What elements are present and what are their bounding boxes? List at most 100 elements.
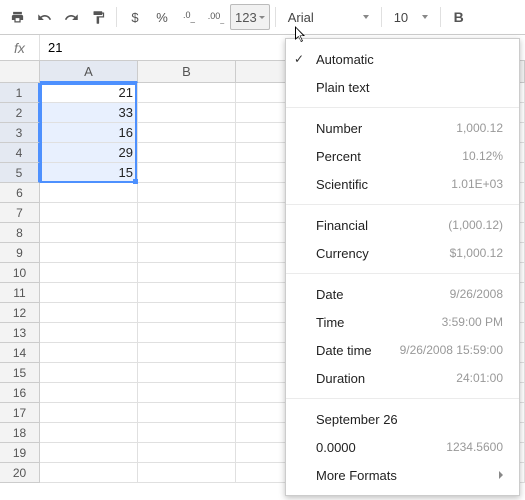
cell[interactable]: [138, 223, 236, 243]
menu-item-custom-decimal[interactable]: 0.0000 1234.5600: [286, 433, 519, 461]
menu-example: 1.01E+03: [451, 177, 503, 191]
cell[interactable]: [138, 363, 236, 383]
cell[interactable]: [40, 263, 138, 283]
cell[interactable]: [138, 103, 236, 123]
bold-button[interactable]: B: [446, 4, 472, 30]
menu-item-date[interactable]: Date 9/26/2008: [286, 280, 519, 308]
row-header[interactable]: 15: [0, 363, 40, 383]
cell[interactable]: [138, 163, 236, 183]
row-header[interactable]: 13: [0, 323, 40, 343]
menu-item-datetime[interactable]: Date time 9/26/2008 15:59:00: [286, 336, 519, 364]
menu-label: Financial: [316, 218, 368, 233]
cell[interactable]: [40, 383, 138, 403]
more-formats-button[interactable]: 123: [230, 4, 270, 30]
row-header[interactable]: 8: [0, 223, 40, 243]
row-header[interactable]: 1: [0, 83, 40, 103]
cell[interactable]: [138, 243, 236, 263]
cell[interactable]: 15: [40, 163, 138, 183]
menu-item-number[interactable]: Number 1,000.12: [286, 114, 519, 142]
cell[interactable]: [138, 443, 236, 463]
currency-button[interactable]: $: [122, 4, 148, 30]
row-header[interactable]: 4: [0, 143, 40, 163]
cell[interactable]: [138, 463, 236, 483]
cell[interactable]: [138, 403, 236, 423]
increase-decimal-button[interactable]: .00_: [203, 4, 229, 30]
cell[interactable]: [40, 463, 138, 483]
menu-item-time[interactable]: Time 3:59:00 PM: [286, 308, 519, 336]
row-header[interactable]: 10: [0, 263, 40, 283]
row-header[interactable]: 20: [0, 463, 40, 483]
row-header[interactable]: 18: [0, 423, 40, 443]
cell[interactable]: [40, 183, 138, 203]
cell[interactable]: [138, 263, 236, 283]
menu-item-currency[interactable]: Currency $1,000.12: [286, 239, 519, 267]
menu-item-custom-date[interactable]: September 26: [286, 405, 519, 433]
font-size-select[interactable]: 10: [387, 4, 435, 30]
percent-button[interactable]: %: [149, 4, 175, 30]
row-header[interactable]: 9: [0, 243, 40, 263]
row-header[interactable]: 14: [0, 343, 40, 363]
print-button[interactable]: [4, 4, 30, 30]
cell[interactable]: [40, 363, 138, 383]
menu-example: 9/26/2008 15:59:00: [400, 343, 503, 357]
cell[interactable]: [138, 323, 236, 343]
menu-item-automatic[interactable]: ✓ Automatic: [286, 45, 519, 73]
cell[interactable]: [40, 343, 138, 363]
select-all-corner[interactable]: [0, 61, 40, 83]
column-header-a[interactable]: A: [40, 61, 138, 83]
menu-label: Currency: [316, 246, 369, 261]
cell[interactable]: [40, 203, 138, 223]
cell[interactable]: 33: [40, 103, 138, 123]
menu-item-financial[interactable]: Financial (1,000.12): [286, 211, 519, 239]
cell[interactable]: [40, 423, 138, 443]
row-header[interactable]: 6: [0, 183, 40, 203]
separator: [440, 7, 441, 27]
menu-label: Number: [316, 121, 362, 136]
cell[interactable]: [138, 283, 236, 303]
font-select[interactable]: Arial: [281, 4, 376, 30]
row-header[interactable]: 19: [0, 443, 40, 463]
row-header[interactable]: 3: [0, 123, 40, 143]
cell[interactable]: [138, 83, 236, 103]
menu-item-percent[interactable]: Percent 10.12%: [286, 142, 519, 170]
cell[interactable]: [40, 303, 138, 323]
cell[interactable]: 16: [40, 123, 138, 143]
row-header[interactable]: 2: [0, 103, 40, 123]
dollar-icon: $: [131, 10, 138, 25]
row-header[interactable]: 5: [0, 163, 40, 183]
separator: [116, 7, 117, 27]
cell[interactable]: [40, 323, 138, 343]
cell[interactable]: [40, 223, 138, 243]
cell[interactable]: [40, 243, 138, 263]
cell[interactable]: 29: [40, 143, 138, 163]
menu-item-more-formats[interactable]: More Formats: [286, 461, 519, 489]
menu-example: (1,000.12): [448, 218, 503, 232]
decrease-decimal-button[interactable]: .0_: [176, 4, 202, 30]
row-header[interactable]: 11: [0, 283, 40, 303]
undo-button[interactable]: [31, 4, 57, 30]
cell[interactable]: [138, 123, 236, 143]
cell[interactable]: [40, 283, 138, 303]
cell[interactable]: [138, 423, 236, 443]
cell[interactable]: [40, 443, 138, 463]
menu-item-scientific[interactable]: Scientific 1.01E+03: [286, 170, 519, 198]
cell[interactable]: 21: [40, 83, 138, 103]
row-header[interactable]: 17: [0, 403, 40, 423]
menu-item-duration[interactable]: Duration 24:01:00: [286, 364, 519, 392]
dec-increase-icon: .00_: [208, 11, 224, 24]
cell[interactable]: [138, 383, 236, 403]
redo-button[interactable]: [58, 4, 84, 30]
menu-item-plain-text[interactable]: Plain text: [286, 73, 519, 101]
row-header[interactable]: 16: [0, 383, 40, 403]
row-header[interactable]: 12: [0, 303, 40, 323]
cell[interactable]: [138, 143, 236, 163]
paint-format-button[interactable]: [85, 4, 111, 30]
cell[interactable]: [40, 403, 138, 423]
column-header-b[interactable]: B: [138, 61, 236, 83]
menu-example: 24:01:00: [456, 371, 503, 385]
cell[interactable]: [138, 343, 236, 363]
cell[interactable]: [138, 303, 236, 323]
row-header[interactable]: 7: [0, 203, 40, 223]
cell[interactable]: [138, 183, 236, 203]
cell[interactable]: [138, 203, 236, 223]
